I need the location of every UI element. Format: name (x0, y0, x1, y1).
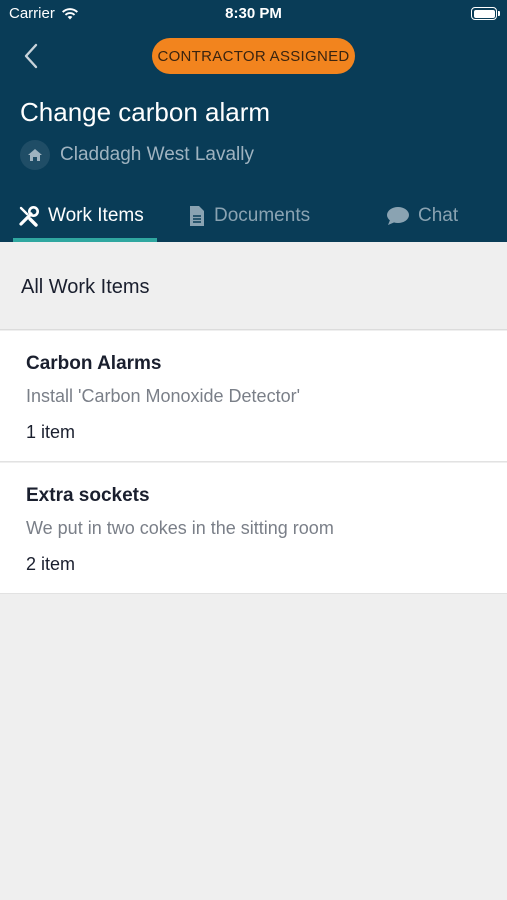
tab-documents[interactable]: Documents (188, 190, 310, 242)
work-item-description: Install 'Carbon Monoxide Detector' (26, 386, 301, 406)
work-item-title: Extra sockets (26, 485, 150, 506)
back-button[interactable] (14, 38, 48, 74)
status-bar: Carrier 8:30 PM (0, 0, 507, 28)
section-title: All Work Items (21, 276, 150, 298)
work-item-count: 2 item (26, 554, 76, 574)
tab-bar: Work Items Documents Chat (0, 190, 507, 242)
location-label: Claddagh West Lavally (60, 144, 254, 165)
wrench-screwdriver-icon (19, 206, 39, 227)
work-item-title: Carbon Alarms (26, 353, 162, 374)
header: Carrier 8:30 PM CONTRACTOR ASSIGNED Chan… (0, 0, 507, 242)
work-item-count: 1 item (26, 422, 76, 442)
page-title: Change carbon alarm (20, 97, 271, 127)
chat-bubble-icon (387, 207, 409, 225)
tab-work-items[interactable]: Work Items (18, 190, 144, 242)
home-icon (20, 140, 50, 170)
work-item-description: We put in two cokes in the sitting room (26, 518, 334, 538)
battery-icon (471, 7, 500, 20)
work-item-card[interactable]: Carbon Alarms Install 'Carbon Monoxide D… (0, 331, 507, 462)
section-header: All Work Items (0, 242, 507, 330)
work-item-card[interactable]: Extra sockets We put in two cokes in the… (0, 463, 507, 594)
chevron-left-icon (24, 43, 38, 69)
clock: 8:30 PM (225, 5, 282, 22)
document-icon (190, 206, 204, 226)
tab-documents-label: Documents (214, 205, 311, 226)
tab-chat-label: Chat (418, 205, 459, 226)
status-badge: CONTRACTOR ASSIGNED (152, 38, 355, 74)
location-row: Claddagh West Lavally (20, 140, 254, 170)
tab-work-items-label: Work Items (48, 205, 144, 226)
tab-chat[interactable]: Chat (386, 190, 458, 242)
